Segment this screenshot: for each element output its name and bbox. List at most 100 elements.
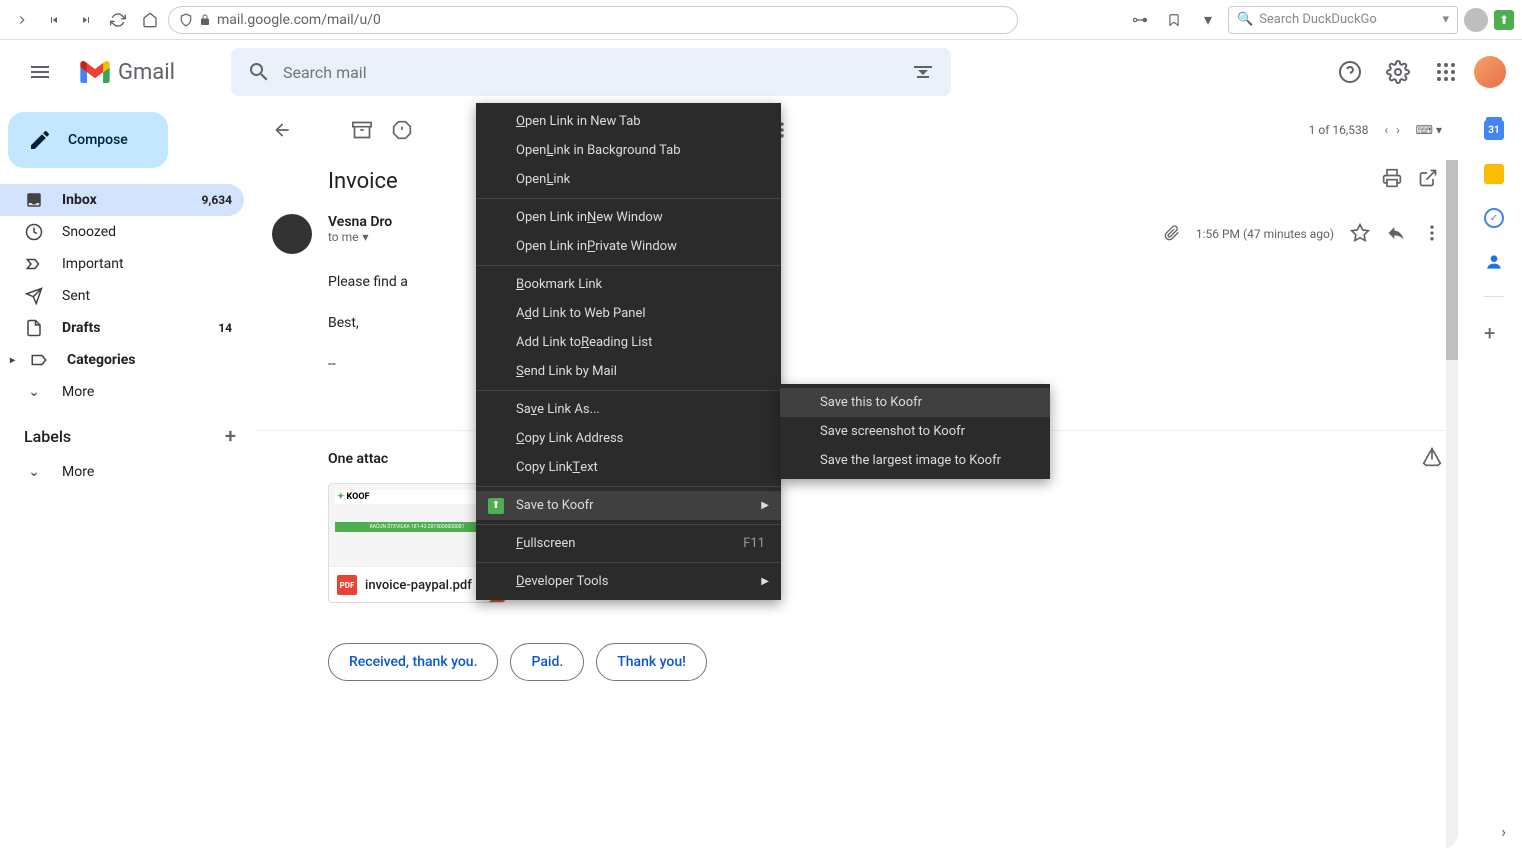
email-more-button[interactable] [1422, 223, 1442, 246]
popout-button[interactable] [1418, 168, 1438, 194]
sidebar-item-more[interactable]: ⌄More [0, 376, 244, 408]
pencil-icon [28, 128, 52, 152]
ctx-save-link-as-[interactable]: Save Link As... [476, 395, 781, 424]
browser-search[interactable]: 🔍 Search DuckDuckGo ▾ [1228, 6, 1458, 34]
gmail-logo[interactable]: Gmail [80, 60, 175, 85]
clock-icon [24, 223, 44, 241]
email-subject: Invoice [256, 148, 1458, 214]
next-button[interactable]: › [1396, 123, 1400, 137]
lock-icon [199, 14, 211, 26]
rewind-button[interactable] [40, 6, 68, 34]
sidebar-item-snoozed[interactable]: Snoozed [0, 216, 244, 248]
bookmark-icon[interactable] [1160, 6, 1188, 34]
koofr-icon: ⬆ [488, 498, 504, 514]
subctx-save-screenshot-to-koofr[interactable]: Save screenshot to Koofr [780, 417, 1050, 446]
forward-button[interactable] [8, 6, 36, 34]
pdf-icon: PDF [337, 575, 357, 595]
back-button[interactable] [272, 120, 292, 140]
fast-forward-button[interactable] [72, 6, 100, 34]
search-options-icon[interactable] [911, 60, 935, 84]
sidebar-item-inbox[interactable]: Inbox9,634 [0, 184, 244, 216]
sidebar-item-sent[interactable]: Sent [0, 280, 244, 312]
ctx-bookmark-link[interactable]: Bookmark Link [476, 270, 781, 299]
pagination-text: 1 of 16,538 [1309, 123, 1369, 137]
search-dropdown-icon: ▾ [1442, 12, 1449, 27]
search-engine-icon: 🔍 [1237, 12, 1253, 27]
key-icon[interactable]: ⊶ [1126, 6, 1154, 34]
sidebar: Compose Inbox9,634SnoozedImportantSentDr… [0, 104, 256, 857]
smart-reply-3[interactable]: Thank you! [596, 643, 707, 681]
divider [1484, 296, 1504, 297]
inbox-icon [24, 191, 44, 209]
sidebar-labels-more[interactable]: ⌄ More [0, 456, 244, 488]
url-bar[interactable]: mail.google.com/mail/u/0 [168, 6, 1018, 34]
ctx-developer-tools[interactable]: Developer Tools▶ [476, 567, 781, 596]
settings-button[interactable] [1378, 52, 1418, 92]
collapse-panel-button[interactable]: › [1501, 822, 1506, 841]
smart-reply-1[interactable]: Received, thank you. [328, 643, 498, 681]
ctx-open-link[interactable]: Open Link [476, 165, 781, 194]
ctx-copy-link-text[interactable]: Copy Link Text [476, 453, 781, 482]
chevron-right-icon: ▶ [761, 500, 769, 511]
ctx-open-link-in-new-tab[interactable]: Open Link in New Tab [476, 107, 781, 136]
scrollbar[interactable] [1446, 160, 1458, 849]
chevron-right-icon: ▶ [761, 576, 769, 587]
smart-reply-2[interactable]: Paid. [510, 643, 584, 681]
dropdown-icon[interactable]: ▾ [1194, 6, 1222, 34]
print-button[interactable] [1382, 168, 1402, 194]
archive-button[interactable] [352, 120, 372, 140]
search-input[interactable] [283, 63, 899, 82]
ctx-add-link-to-reading-list[interactable]: Add Link to Reading List [476, 328, 781, 357]
ctx-fullscreen[interactable]: FullscreenF11 [476, 529, 781, 558]
add-label-button[interactable]: + [225, 424, 236, 448]
sender-avatar[interactable] [272, 214, 312, 254]
ctx-copy-link-address[interactable]: Copy Link Address [476, 424, 781, 453]
ctx-save-to-koofr[interactable]: ⬆Save to Koofr▶ [476, 491, 781, 520]
ctx-send-link-by-mail[interactable]: Send Link by Mail [476, 357, 781, 386]
spam-button[interactable] [392, 120, 412, 140]
chevron-down-icon: ⌄ [24, 464, 44, 480]
labels-header: Labels + [0, 408, 256, 456]
calendar-icon[interactable]: 31 [1484, 120, 1504, 140]
browser-toolbar: mail.google.com/mail/u/0 ⊶ ▾ 🔍 Search Du… [0, 0, 1522, 40]
subctx-save-the-largest-image-to-koofr[interactable]: Save the largest image to Koofr [780, 446, 1050, 475]
ctx-add-link-to-web-panel[interactable]: Add Link to Web Panel [476, 299, 781, 328]
email-toolbar: 1 of 16,538 ‹ › ⌨ ▾ [256, 112, 1458, 148]
input-tool-button[interactable]: ⌨ ▾ [1416, 123, 1442, 137]
star-button[interactable] [1350, 223, 1370, 246]
gmail-header: Gmail [0, 40, 1522, 104]
smart-replies: Received, thank you. Paid. Thank you! [256, 619, 1458, 697]
chevron-down-icon: ▾ [363, 230, 369, 244]
add-addon-button[interactable]: + [1484, 321, 1504, 341]
main-menu-button[interactable] [16, 48, 64, 96]
support-button[interactable] [1330, 52, 1370, 92]
account-avatar[interactable] [1474, 56, 1506, 88]
sidebar-item-categories[interactable]: ▸Categories [0, 344, 244, 376]
ctx-open-link-in-private-window[interactable]: Open Link in Private Window [476, 232, 781, 261]
subctx-save-this-to-koofr[interactable]: Save this to Koofr [780, 388, 1050, 417]
search-placeholder: Search DuckDuckGo [1259, 12, 1377, 27]
keep-icon[interactable] [1484, 164, 1504, 184]
sidebar-item-drafts[interactable]: Drafts14 [0, 312, 244, 344]
home-button[interactable] [136, 6, 164, 34]
ctx-open-link-in-new-window[interactable]: Open Link in New Window [476, 203, 781, 232]
reply-button[interactable] [1386, 223, 1406, 246]
prev-button[interactable]: ‹ [1384, 123, 1388, 137]
ctx-open-link-in-background-tab[interactable]: Open Link in Background Tab [476, 136, 781, 165]
browser-profile[interactable] [1464, 8, 1488, 32]
koofr-extension-icon[interactable]: ⬆ [1494, 10, 1514, 30]
more-icon: ⌄ [24, 384, 44, 400]
tasks-icon[interactable]: ✓ [1484, 208, 1504, 228]
side-panel: 31 ✓ + [1466, 104, 1522, 857]
contacts-icon[interactable] [1484, 252, 1504, 272]
context-submenu: Save this to KoofrSave screenshot to Koo… [780, 384, 1050, 479]
apps-button[interactable] [1426, 52, 1466, 92]
save-drive-icon[interactable] [1422, 447, 1442, 471]
attachment-filename: invoice-paypal.pdf [365, 578, 472, 593]
attachments-label: One attac [328, 451, 388, 467]
draft-icon [24, 319, 44, 337]
send-icon [24, 287, 44, 305]
reload-button[interactable] [104, 6, 132, 34]
sidebar-item-important[interactable]: Important [0, 248, 244, 280]
compose-button[interactable]: Compose [8, 112, 168, 168]
